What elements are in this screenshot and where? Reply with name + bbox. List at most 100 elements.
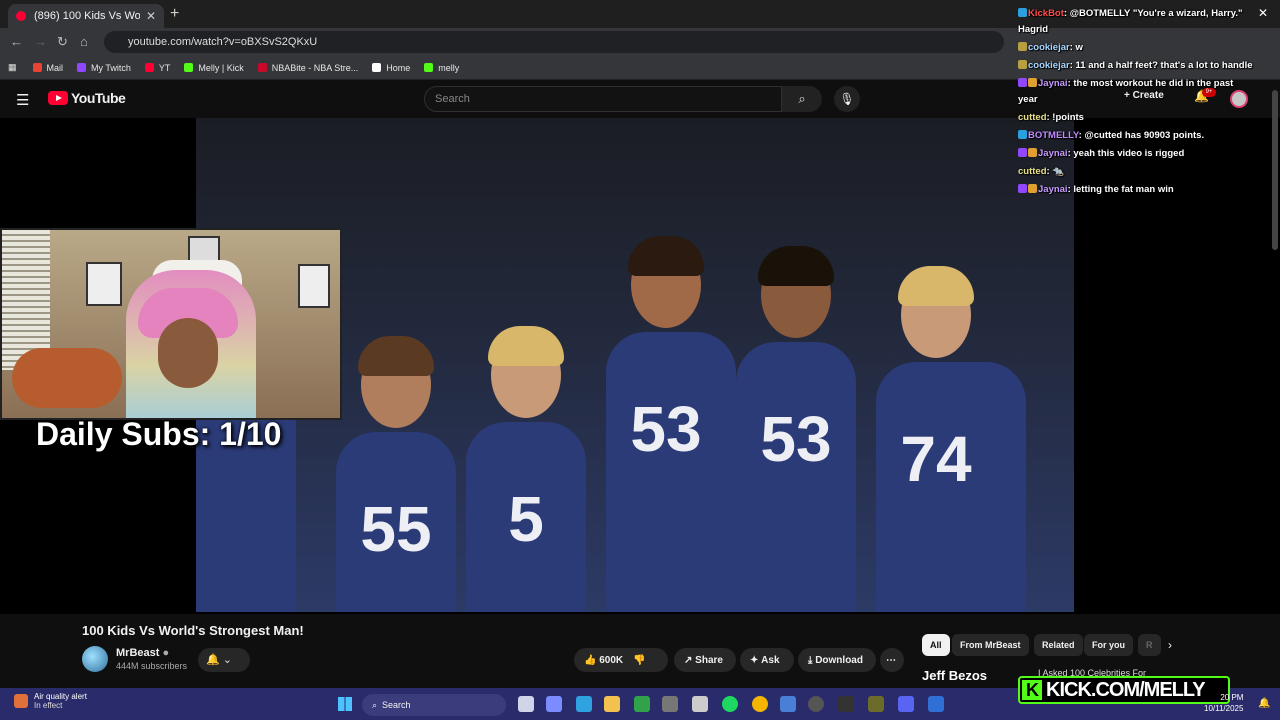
edge-icon[interactable] [576, 696, 592, 712]
chat-message: cookiejar: 11 and a half feet? that's a … [1018, 58, 1280, 74]
daily-subs-overlay: Daily Subs: 1/10 [36, 416, 282, 452]
mic-icon[interactable]: 🎙 [834, 86, 860, 112]
address-bar[interactable]: youtube.com/watch?v=oBXSvS2QKxU [104, 31, 1004, 53]
media-icon[interactable] [808, 696, 824, 712]
bookmark-kick[interactable]: Melly | Kick [184, 63, 244, 73]
kick-url-banner: K KICK.COM/MELLY [1018, 676, 1230, 704]
taskbar-clock[interactable]: 20 PM 10/11/2025 [1204, 692, 1243, 714]
kick-logo-icon: K [1022, 680, 1042, 700]
apps-icon[interactable]: ▦ [8, 62, 17, 73]
share-button[interactable]: ↗ Share [674, 648, 736, 672]
hamburger-menu-icon[interactable]: ☰ [16, 91, 29, 109]
close-tab-icon[interactable]: ✕ [146, 9, 156, 23]
video-title: 100 Kids Vs World's Strongest Man! [82, 623, 304, 638]
notification-icon[interactable]: 🔔 [1258, 698, 1270, 709]
forward-icon[interactable]: → [34, 34, 47, 49]
chat-text: : 🐀 [1046, 166, 1065, 177]
bookmark-label: Mail [46, 62, 64, 73]
app-icon-3[interactable] [928, 696, 944, 712]
discord-icon[interactable] [898, 696, 914, 712]
download-button[interactable]: ⤓ Download [798, 648, 876, 672]
page-scrollbar[interactable] [1272, 90, 1278, 250]
bookmark-melly[interactable]: melly [424, 63, 459, 73]
app-icon[interactable] [838, 696, 854, 712]
youtube-logo[interactable]: YouTube [48, 90, 126, 106]
weather-alert-icon [14, 694, 28, 708]
chevron-right-icon[interactable]: › [1168, 638, 1172, 652]
chat-text: : @BOTMELLY "You're a wizard, Harry." [1063, 8, 1243, 19]
weather-widget[interactable]: Air quality alert In effect [34, 692, 87, 710]
weather-subtitle: In effect [34, 701, 63, 710]
chat-username: Jaynai [1038, 148, 1068, 159]
like-button[interactable]: 👍 600K 👎 [574, 648, 668, 672]
chat-text: : @cutted has 90903 points. [1078, 130, 1205, 141]
chat-username: cookiejar [1028, 60, 1070, 71]
spotify-icon[interactable] [722, 696, 738, 712]
chat-message: Jaynai: yeah this video is rigged [1018, 146, 1280, 162]
recommended-thumbnail-text[interactable]: Jeff Bezos [922, 668, 1032, 688]
reload-icon[interactable]: ↻ [57, 34, 68, 50]
chip-from-mrbeast[interactable]: From MrBeast [952, 634, 1029, 656]
clock-date: 10/11/2025 [1204, 704, 1244, 713]
task-view-icon[interactable] [518, 696, 534, 712]
jersey-number: 5 [508, 483, 544, 555]
chat-message: Jaynai: letting the fat man win [1018, 182, 1280, 198]
ask-button[interactable]: ✦ Ask [740, 648, 794, 672]
kid-figure: 53 [606, 236, 736, 612]
bookmark-label: NBABite - NBA Stre... [271, 62, 359, 73]
bookmark-twitch[interactable]: My Twitch [77, 63, 131, 73]
chat-username: cookiejar [1028, 42, 1070, 53]
file-explorer-icon[interactable] [604, 696, 620, 712]
bookmark-label: My Twitch [91, 62, 131, 73]
chip-all[interactable]: All [922, 634, 950, 656]
jersey-number: 53 [630, 393, 702, 465]
xbox-icon[interactable] [634, 696, 650, 712]
chat-message: Hagrid [1018, 22, 1280, 38]
chip-partial[interactable]: R [1138, 634, 1161, 656]
search-input[interactable]: Search [424, 86, 782, 112]
chat-message: BOTMELLY: @cutted has 90903 points. [1018, 128, 1280, 144]
app-icon-2[interactable] [868, 696, 884, 712]
steam-icon[interactable] [662, 696, 678, 712]
chat-message: cutted: 🐀 [1018, 164, 1280, 180]
channel-name[interactable]: MrBeast ● [116, 647, 169, 659]
bookmark-yt[interactable]: YT [144, 63, 170, 73]
chat-username: BOTMELLY [1028, 130, 1079, 141]
windows-start-icon[interactable] [338, 697, 352, 711]
download-icon: ⤓ [808, 654, 816, 666]
subscribe-bell-button[interactable]: 🔔 ⌄ [198, 648, 250, 672]
home-icon[interactable]: ⌂ [80, 34, 88, 49]
chrome-icon[interactable] [752, 696, 768, 712]
bookmark-x-home[interactable]: Home [372, 63, 410, 73]
thumbs-down-icon[interactable]: 👎 [633, 655, 645, 666]
chat-text: year [1018, 94, 1038, 105]
new-tab-icon[interactable]: + [170, 5, 179, 23]
jersey-number: 53 [760, 403, 832, 475]
chat-text: Hagrid [1018, 24, 1049, 35]
chat-text: : w [1069, 42, 1083, 53]
download-label: Download [815, 654, 863, 666]
chat-text: : the most workout he did in the past [1067, 78, 1234, 89]
chip-for-you[interactable]: For you [1084, 634, 1133, 656]
chat-text: : letting the fat man win [1067, 184, 1174, 195]
subscriber-count: 444M subscribers [116, 661, 188, 671]
more-actions-button[interactable]: ⋯ [880, 648, 904, 672]
youtube-play-icon [48, 91, 68, 105]
weather-title: Air quality alert [34, 692, 87, 701]
back-icon[interactable]: ← [10, 34, 23, 49]
copilot-icon[interactable] [546, 696, 562, 712]
browser-tab[interactable]: (896) 100 Kids Vs World's S ✕ [8, 4, 164, 28]
taskbar-search[interactable]: ⌕ Search [362, 694, 506, 716]
store-icon[interactable] [692, 696, 708, 712]
sparkle-icon: ✦ [750, 654, 762, 666]
chat-username: cutted [1018, 112, 1047, 123]
photos-icon[interactable] [780, 696, 796, 712]
webcam-overlay [0, 228, 342, 420]
jersey-number: 55 [360, 493, 432, 565]
chat-text: : !points [1046, 112, 1084, 123]
channel-avatar[interactable] [82, 646, 108, 672]
bookmark-nbabite[interactable]: NBABite - NBA Stre... [257, 62, 359, 73]
chip-related[interactable]: Related [1034, 634, 1083, 656]
search-button[interactable]: ⌕ [782, 86, 822, 112]
bookmark-mail[interactable]: Mail [32, 62, 64, 73]
